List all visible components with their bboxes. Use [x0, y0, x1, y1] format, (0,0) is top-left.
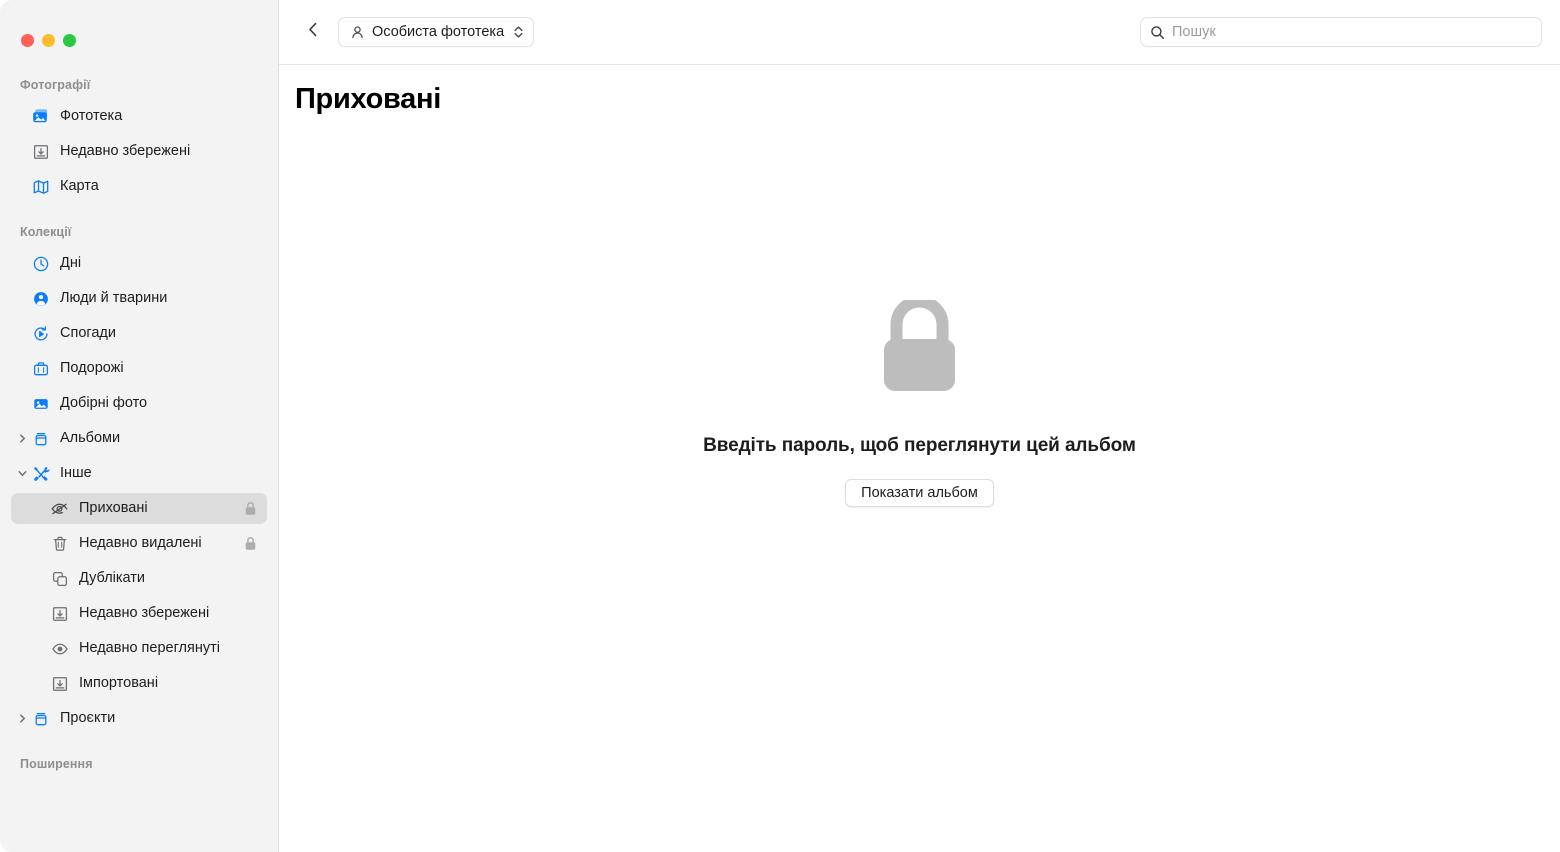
tools-icon [30, 463, 51, 484]
page-title: Приховані [295, 83, 441, 115]
duplicates-icon [49, 568, 70, 589]
sidebar-item-label: Добірні фото [60, 395, 148, 412]
sidebar-item-featured-photos[interactable]: Добірні фото [11, 388, 267, 419]
person-icon [350, 25, 365, 40]
map-icon [30, 176, 51, 197]
albums-icon [30, 708, 51, 729]
show-album-button[interactable]: Показати альбом [845, 479, 994, 507]
empty-state-message: Введіть пароль, щоб переглянути цей альб… [703, 435, 1136, 456]
suitcase-icon [30, 358, 51, 379]
sidebar-item-label: Проєкти [60, 710, 116, 727]
sidebar-item-label: Альбоми [60, 430, 121, 447]
eye-icon [49, 638, 70, 659]
chevron-up-down-icon [513, 24, 524, 40]
featured-photo-icon [30, 393, 51, 414]
search-input[interactable]: Пошук [1172, 25, 1216, 40]
sidebar-item-people-and-pets[interactable]: Люди й тварини [11, 283, 267, 314]
clock-icon [30, 253, 51, 274]
sidebar-item-label: Недавно збережені [79, 605, 210, 622]
sidebar-item-label: Недавно переглянуті [79, 640, 220, 657]
lock-icon [244, 493, 257, 524]
sidebar-item-label: Недавно видалені [79, 535, 202, 552]
close-window-button[interactable] [21, 33, 34, 47]
sidebar: Фотографії Фототека Недавно збережені Ка… [0, 0, 279, 852]
sidebar-item-photo-library[interactable]: Фототека [11, 101, 267, 132]
back-button[interactable] [297, 16, 329, 48]
search-field[interactable]: Пошук [1140, 17, 1542, 47]
sidebar-item-map[interactable]: Карта [11, 171, 267, 202]
toolbar: Особиста фототека Пошук [279, 0, 1560, 65]
sidebar-item-trips[interactable]: Подорожі [11, 353, 267, 384]
sidebar-item-recently-saved-other[interactable]: Недавно збережені [11, 598, 267, 629]
sidebar-item-label: Дублікати [79, 570, 146, 587]
memories-play-icon [30, 323, 51, 344]
lock-icon [244, 528, 257, 559]
sidebar-item-memories[interactable]: Спогади [11, 318, 267, 349]
sidebar-item-label: Дні [60, 255, 82, 272]
sidebar-item-hidden[interactable]: Приховані [11, 493, 267, 524]
sidebar-section-header-photos: Фотографії [20, 78, 91, 92]
sidebar-item-recently-viewed[interactable]: Недавно переглянуті [11, 633, 267, 664]
eye-slash-icon [49, 498, 70, 519]
locked-album-empty-state: Введіть пароль, щоб переглянути цей альб… [279, 295, 1560, 507]
sidebar-section-header-sharing: Поширення [20, 757, 93, 771]
search-icon [1150, 25, 1165, 40]
library-popup-button[interactable]: Особиста фототека [338, 17, 535, 47]
chevron-right-icon[interactable] [14, 423, 30, 454]
sidebar-item-label: Недавно збережені [60, 143, 191, 160]
sidebar-item-label: Імпортовані [79, 675, 159, 692]
sidebar-item-projects[interactable]: Проєкти [11, 703, 267, 734]
window-controls [0, 0, 278, 56]
chevron-left-icon [305, 20, 322, 44]
chevron-right-icon[interactable] [14, 703, 30, 734]
sidebar-item-label: Інше [60, 465, 92, 482]
lock-icon [883, 295, 956, 397]
sidebar-item-other[interactable]: Інше [11, 458, 267, 489]
sidebar-item-label: Фототека [60, 108, 123, 125]
photos-app-window: Фотографії Фототека Недавно збережені Ка… [0, 0, 1560, 852]
sidebar-item-label: Спогади [60, 325, 116, 342]
sidebar-item-days[interactable]: Дні [11, 248, 267, 279]
sidebar-item-duplicates[interactable]: Дублікати [11, 563, 267, 594]
sidebar-scroll-area[interactable]: Фотографії Фототека Недавно збережені Ка… [0, 56, 278, 780]
trash-icon [49, 533, 70, 554]
albums-icon [30, 428, 51, 449]
download-tray-icon [49, 673, 70, 694]
maximize-window-button[interactable] [63, 33, 76, 47]
sidebar-section-header-collections: Колекції [20, 225, 72, 239]
chevron-down-icon[interactable] [14, 458, 30, 489]
sidebar-item-label: Приховані [79, 500, 148, 517]
photo-library-icon [30, 106, 51, 127]
content-area: Особиста фототека Пошук Приховані Введіт… [279, 0, 1560, 852]
download-tray-icon [49, 603, 70, 624]
sidebar-item-label: Подорожі [60, 360, 124, 377]
sidebar-item-label: Люди й тварини [60, 290, 168, 307]
sidebar-item-recently-saved[interactable]: Недавно збережені [11, 136, 267, 167]
sidebar-item-label: Карта [60, 178, 99, 195]
download-tray-icon [30, 141, 51, 162]
person-circle-icon [30, 288, 51, 309]
sidebar-item-recently-deleted[interactable]: Недавно видалені [11, 528, 267, 559]
sidebar-item-imported[interactable]: Імпортовані [11, 668, 267, 699]
minimize-window-button[interactable] [42, 33, 55, 47]
library-popup-label: Особиста фототека [372, 24, 505, 40]
sidebar-item-albums[interactable]: Альбоми [11, 423, 267, 454]
